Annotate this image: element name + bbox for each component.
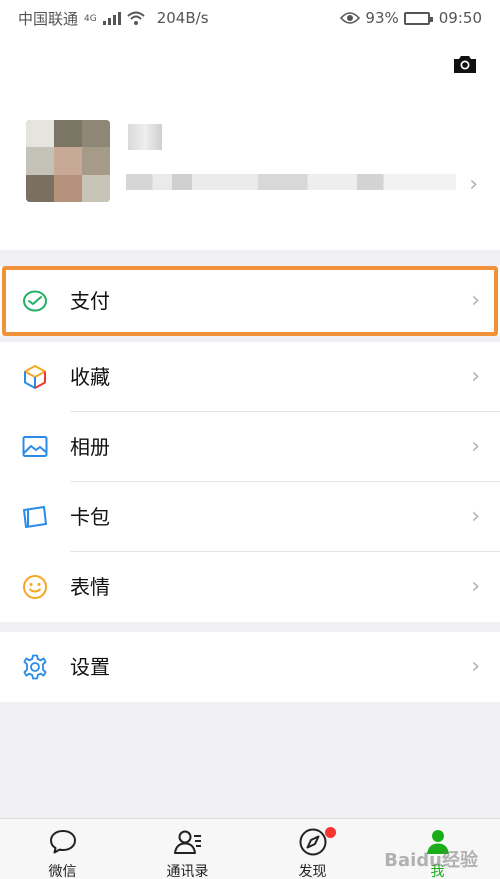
menu-item-album[interactable]: 相册 ›	[0, 412, 500, 482]
menu-item-settings[interactable]: 设置 ›	[0, 632, 500, 702]
card-icon	[23, 506, 47, 528]
status-bar: 中国联通 4G 204B/s 93% 09:50	[0, 0, 500, 36]
chevron-right-icon: ›	[469, 172, 478, 197]
network-speed: 204B/s	[156, 9, 209, 27]
tab-label-contacts: 通讯录	[166, 864, 209, 879]
tab-discover[interactable]: 发现	[250, 819, 375, 879]
tab-label-discover: 发现	[298, 864, 327, 879]
tab-chats[interactable]: 微信	[0, 819, 125, 879]
watermark: Baidu经验	[384, 850, 478, 871]
chevron-right-icon: ›	[471, 288, 480, 313]
chevron-right-icon: ›	[471, 434, 480, 459]
menu-label-settings: 设置	[70, 655, 110, 679]
tab-contacts[interactable]: 通讯录	[125, 819, 250, 879]
menu-label-album: 相册	[70, 435, 110, 459]
battery-percent: 93%	[365, 9, 399, 27]
image-icon	[22, 436, 48, 457]
clock: 09:50	[438, 9, 482, 27]
carrier-name: 中国联通	[18, 9, 79, 28]
chevron-right-icon: ›	[471, 364, 480, 389]
signal-icon	[102, 11, 121, 25]
features-group: 收藏 › 相册 › 卡包 › 表情 ›	[0, 342, 500, 622]
notification-dot	[324, 827, 336, 838]
camera-icon[interactable]	[452, 54, 478, 74]
profile-header[interactable]: ›	[0, 36, 500, 250]
network-type: 4G	[84, 13, 97, 24]
wallet-icon	[23, 290, 47, 312]
eye-icon	[340, 12, 361, 24]
menu-item-cards[interactable]: 卡包 ›	[0, 482, 500, 552]
chevron-right-icon: ›	[471, 574, 480, 599]
gear-icon	[23, 654, 47, 680]
settings-group: 设置 ›	[0, 632, 500, 702]
chevron-right-icon: ›	[471, 654, 480, 679]
tab-label-chats: 微信	[48, 864, 77, 879]
chat-bubble-icon	[49, 830, 76, 854]
pay-group: 支付 ›	[0, 266, 500, 336]
smile-icon	[23, 575, 47, 599]
menu-label-favorites: 收藏	[70, 365, 110, 389]
menu-label-pay: 支付	[70, 289, 110, 313]
menu-item-favorites[interactable]: 收藏 ›	[0, 342, 500, 412]
menu-label-stickers: 表情	[70, 575, 110, 599]
battery-icon	[403, 11, 433, 25]
wechat-id-blurred	[126, 174, 456, 190]
contacts-icon	[173, 830, 201, 854]
nickname-blurred	[128, 124, 162, 150]
cube-icon	[24, 365, 46, 389]
menu-item-stickers[interactable]: 表情 ›	[0, 552, 500, 622]
wifi-icon	[127, 11, 145, 25]
chevron-right-icon: ›	[471, 504, 480, 529]
compass-icon	[299, 828, 326, 856]
menu-item-pay[interactable]: 支付 ›	[0, 266, 500, 336]
menu-label-cards: 卡包	[70, 505, 110, 529]
avatar[interactable]	[26, 120, 110, 202]
